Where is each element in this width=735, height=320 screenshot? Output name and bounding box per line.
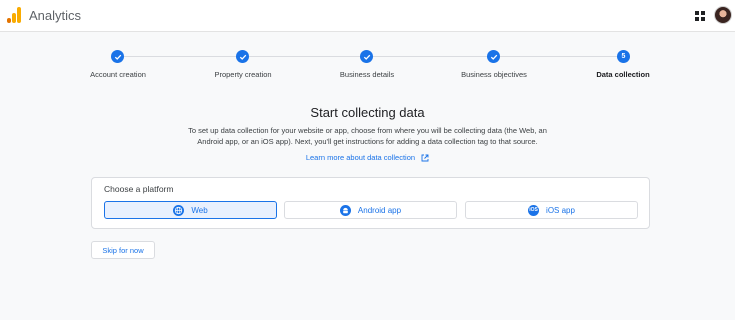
open-in-new-icon bbox=[421, 154, 429, 162]
platform-web-button[interactable]: Web bbox=[104, 201, 277, 219]
ios-icon: iOS bbox=[528, 204, 540, 216]
step-3-complete-icon bbox=[360, 50, 373, 63]
page-description: To set up data collection for your websi… bbox=[188, 126, 547, 146]
step-5-current-indicator: 5 bbox=[617, 50, 630, 63]
avatar[interactable] bbox=[714, 6, 732, 24]
learn-more-link[interactable]: Learn more about data collection bbox=[0, 153, 735, 162]
step-label-property-creation: Property creation bbox=[214, 70, 272, 79]
apps-grid-icon[interactable] bbox=[695, 11, 705, 21]
platform-android-label: Android app bbox=[357, 205, 402, 215]
stepper-connector bbox=[500, 56, 617, 57]
app-title: Analytics bbox=[29, 8, 82, 23]
platform-card-label: Choose a platform bbox=[104, 184, 174, 194]
android-icon bbox=[339, 204, 351, 216]
skip-for-now-button[interactable]: Skip for now bbox=[91, 241, 155, 259]
platform-card: Choose a platform Web Android app iOS iO… bbox=[91, 177, 650, 229]
step-1-complete-icon bbox=[111, 50, 124, 63]
platform-android-button[interactable]: Android app bbox=[284, 201, 457, 219]
step-4-complete-icon bbox=[487, 50, 500, 63]
check-icon bbox=[363, 54, 370, 60]
step-label-account-creation: Account creation bbox=[90, 70, 146, 79]
step-label-business-objectives: Business objectives bbox=[461, 70, 527, 79]
platform-ios-label: iOS app bbox=[546, 205, 575, 215]
learn-more-label: Learn more about data collection bbox=[305, 153, 416, 162]
stepper-connector bbox=[249, 56, 361, 57]
platform-web-label: Web bbox=[191, 205, 208, 215]
top-bar: Analytics bbox=[0, 0, 735, 32]
step-label-business-details: Business details bbox=[339, 70, 395, 79]
stepper-connector bbox=[373, 56, 488, 57]
check-icon bbox=[490, 54, 497, 60]
step-label-data-collection: Data collection bbox=[596, 70, 650, 79]
step-2-complete-icon bbox=[236, 50, 249, 63]
page-title: Start collecting data bbox=[310, 105, 425, 120]
globe-icon bbox=[173, 204, 185, 216]
check-icon bbox=[114, 54, 121, 60]
analytics-logo-icon[interactable] bbox=[7, 7, 21, 23]
check-icon bbox=[239, 54, 246, 60]
platform-ios-button[interactable]: iOS iOS app bbox=[465, 201, 638, 219]
stepper-connector bbox=[124, 56, 237, 57]
